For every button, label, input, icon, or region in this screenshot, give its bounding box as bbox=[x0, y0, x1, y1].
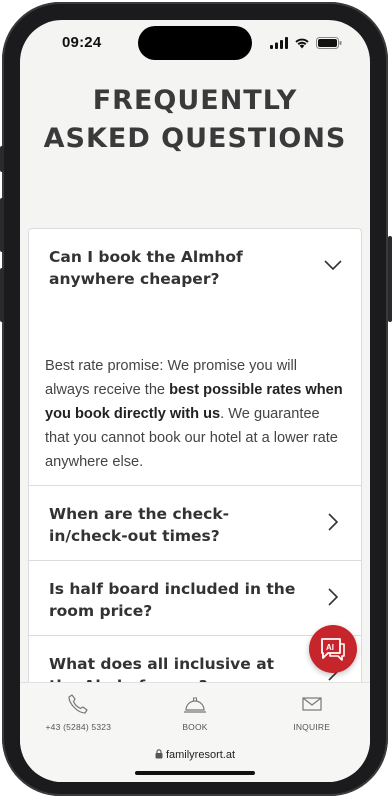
chevron-right-icon[interactable] bbox=[323, 512, 343, 532]
bottom-navigation: +43 (5284) 5323 BOOK INQUIRE familyresor… bbox=[20, 682, 370, 782]
phone-icon bbox=[68, 694, 88, 714]
phone-volume-down bbox=[0, 268, 4, 322]
bell-icon bbox=[184, 697, 206, 713]
faq-item[interactable]: When are the check-in/check-out times? bbox=[29, 485, 361, 560]
faq-question[interactable]: Can I book the Almhof anywhere cheaper? bbox=[29, 229, 361, 290]
chat-ai-button[interactable]: AI bbox=[309, 625, 357, 673]
status-time: 09:24 bbox=[62, 34, 102, 51]
phone-volume-up bbox=[0, 198, 4, 252]
chevron-down-icon[interactable] bbox=[323, 255, 343, 275]
faq-item[interactable]: Is half board included in the room price… bbox=[29, 560, 361, 635]
phone-power-button bbox=[388, 236, 392, 322]
faq-question[interactable]: When are the check-in/check-out times? bbox=[29, 486, 361, 547]
browser-url-bar[interactable]: familyresort.at bbox=[20, 749, 370, 761]
inquire-label: INQUIRE bbox=[293, 722, 331, 732]
faq-answer: Best rate promise: We promise you will a… bbox=[29, 290, 361, 500]
page-title-line2: ASKED QUESTIONS bbox=[43, 123, 347, 154]
wifi-icon bbox=[294, 36, 310, 54]
page-title-line1: FREQUENTLY bbox=[92, 85, 298, 116]
dynamic-island bbox=[138, 26, 252, 60]
phone-call-button[interactable]: +43 (5284) 5323 bbox=[20, 683, 137, 737]
inquire-button[interactable]: INQUIRE bbox=[253, 683, 370, 737]
book-label: BOOK bbox=[182, 722, 208, 732]
status-icons bbox=[270, 36, 342, 54]
phone-label: +43 (5284) 5323 bbox=[45, 722, 112, 732]
chevron-right-icon[interactable] bbox=[323, 587, 343, 607]
home-indicator[interactable] bbox=[135, 771, 255, 775]
envelope-icon bbox=[302, 697, 322, 711]
signal-icon bbox=[270, 36, 288, 54]
phone-side-button bbox=[0, 146, 4, 172]
faq-item[interactable]: Can I book the Almhof anywhere cheaper? … bbox=[29, 229, 361, 485]
battery-icon bbox=[316, 36, 342, 54]
url-text: familyresort.at bbox=[165, 749, 236, 761]
page-title: FREQUENTLY ASKED QUESTIONS bbox=[20, 82, 370, 158]
lock-icon bbox=[155, 749, 163, 759]
faq-question[interactable]: Is half board included in the room price… bbox=[29, 561, 361, 622]
chat-ai-label: AI bbox=[326, 643, 334, 652]
book-button[interactable]: BOOK bbox=[137, 683, 254, 737]
screen: 09:24 FREQUENTLY ASKED QUESTIONS Can I b… bbox=[20, 20, 370, 782]
chat-ai-icon: AI bbox=[321, 638, 345, 661]
